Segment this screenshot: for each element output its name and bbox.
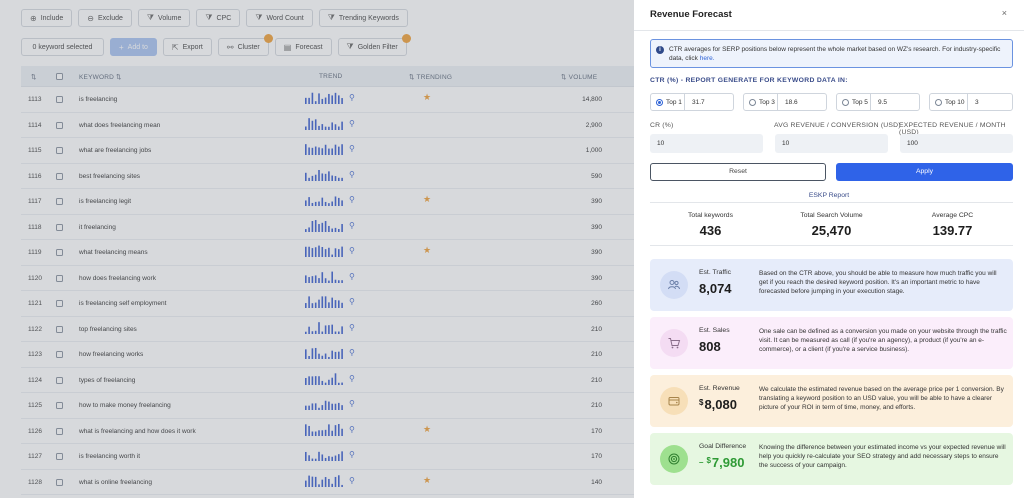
radio-icon[interactable] — [749, 98, 756, 106]
keyword-table-panel: ⊕ Include ⊖ Exclude ⧩ Volume ⧩ CPC ⧩ Word Cou… — [0, 0, 634, 498]
info-banner: i CTR averages for SERP positions below … — [650, 39, 1013, 68]
close-icon[interactable]: × — [1002, 8, 1007, 18]
divider — [650, 202, 1013, 203]
apply-button[interactable]: Apply — [836, 163, 1013, 181]
stat-average-cpc: Average CPC 139.77 — [931, 212, 974, 238]
top-5-input[interactable]: 9.5 — [871, 94, 919, 110]
top-5-option[interactable]: Top 5 9.5 — [836, 93, 920, 111]
divider — [650, 245, 1013, 246]
radio-selected-icon[interactable] — [656, 98, 663, 106]
divider — [634, 30, 1024, 31]
target-icon — [660, 445, 688, 473]
industry-data-link[interactable]: here. — [700, 55, 715, 62]
est-revenue-card: Est. Revenue $8,080 We calculate the est… — [650, 375, 1013, 427]
revenue-forecast-modal: Revenue Forecast × i CTR averages for SE… — [634, 0, 1024, 498]
users-icon — [660, 271, 688, 299]
eskp-report-title: ESKP Report — [808, 192, 850, 199]
top-10-option[interactable]: Top 10 3 — [929, 93, 1013, 111]
avg-revenue-input[interactable]: 10 — [775, 134, 888, 153]
reset-button[interactable]: Reset — [650, 163, 826, 181]
wallet-icon — [660, 387, 688, 415]
top-1-option[interactable]: Top 1 31.7 — [650, 93, 734, 111]
radio-icon[interactable] — [842, 98, 849, 106]
top-1-input[interactable]: 31.7 — [685, 94, 733, 110]
top-10-input[interactable]: 3 — [968, 94, 1012, 110]
ctr-label: CTR (%) - REPORT GENERATE FOR KEYWORD DA… — [650, 77, 848, 84]
stat-total-search-volume: Total Search Volume 25,470 — [800, 212, 863, 238]
expected-revenue-input[interactable]: 100 — [900, 134, 1013, 153]
goal-difference-card: Goal Difference – $7,980 Knowing the diff… — [650, 433, 1013, 485]
top-3-option[interactable]: Top 3 18.6 — [743, 93, 827, 111]
est-traffic-card: Est. Traffic 8,074 Based on the CTR abov… — [650, 259, 1013, 311]
cr-input[interactable]: 10 — [650, 134, 763, 153]
info-icon: i — [656, 46, 664, 54]
est-sales-card: Est. Sales 808 One sale can be defined a… — [650, 317, 1013, 369]
top-3-input[interactable]: 18.6 — [778, 94, 826, 110]
stat-total-keywords: Total keywords 436 — [688, 212, 733, 238]
modal-title: Revenue Forecast — [650, 9, 732, 20]
cart-icon — [660, 329, 688, 357]
modal-backdrop[interactable] — [0, 0, 634, 498]
cr-label: CR (%) — [650, 122, 674, 129]
radio-icon[interactable] — [935, 98, 942, 106]
avg-revenue-label: AVG REVENUE / CONVERSION (USD) — [774, 122, 901, 129]
